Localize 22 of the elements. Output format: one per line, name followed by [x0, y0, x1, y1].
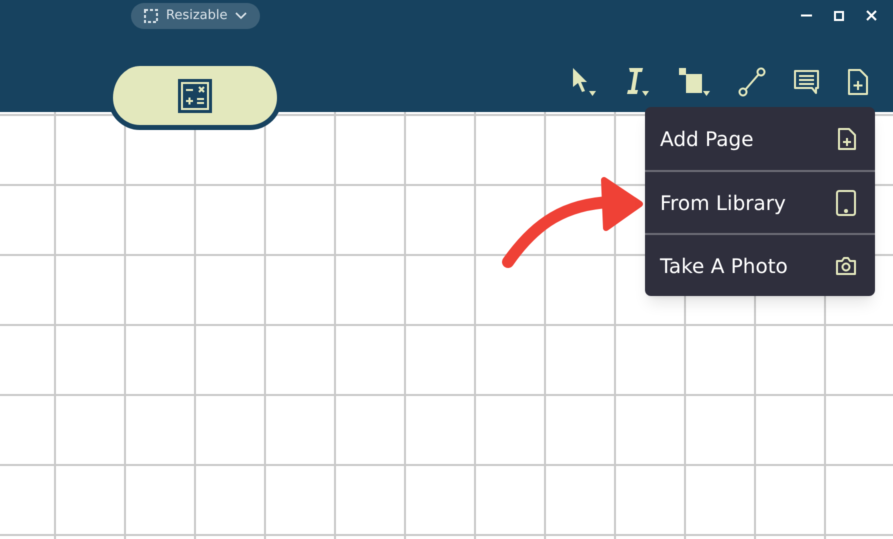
menu-item-label: Add Page [660, 126, 754, 152]
add-page-icon [837, 126, 857, 150]
text-tool-icon[interactable] [624, 66, 650, 98]
window-mode-dropdown[interactable]: Resizable [131, 3, 260, 29]
minimize-icon[interactable] [801, 14, 812, 17]
shapes-tool-icon[interactable] [677, 66, 711, 98]
camera-icon [835, 256, 857, 276]
chevron-down-icon [235, 12, 248, 20]
close-icon[interactable] [866, 10, 877, 21]
pointer-tool-icon[interactable] [571, 66, 597, 98]
comment-icon[interactable] [793, 69, 820, 95]
menu-item[interactable]: Add Page [645, 107, 875, 170]
calculator-icon [178, 78, 212, 112]
menu-item[interactable]: From Library [645, 170, 875, 233]
menu-item[interactable]: Take A Photo [645, 233, 875, 296]
menu-item-label: Take A Photo [660, 252, 788, 280]
add-page-icon[interactable] [847, 68, 869, 96]
line-tool-icon[interactable] [738, 67, 766, 97]
tablet-icon [835, 190, 857, 216]
maximize-icon[interactable] [834, 10, 844, 20]
dashed-square-icon [144, 9, 158, 23]
menu-item-label: From Library [660, 190, 786, 216]
